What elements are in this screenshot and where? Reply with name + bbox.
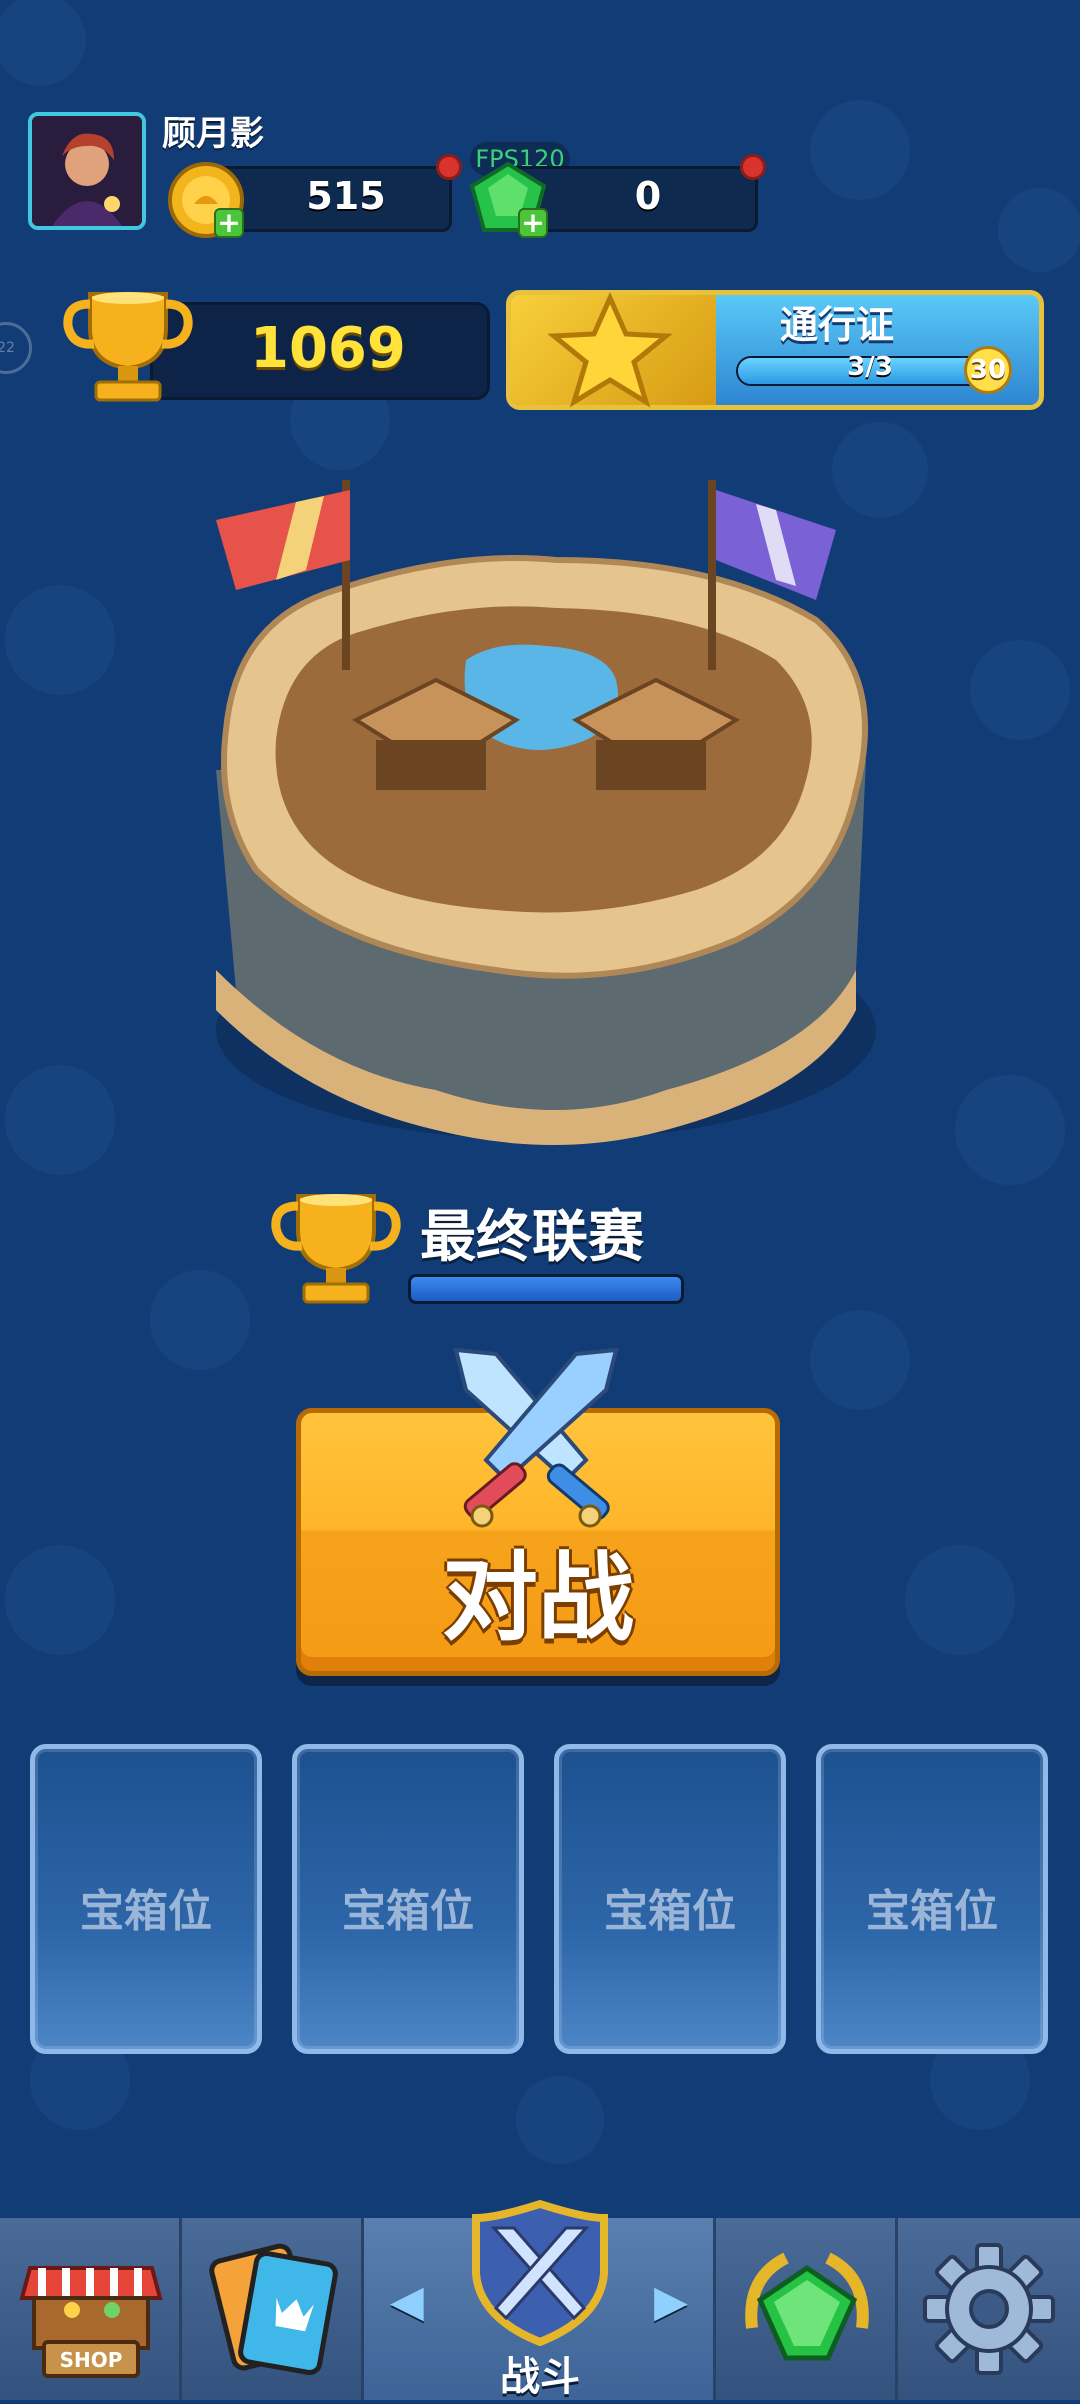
player-name: 顾月影 xyxy=(162,114,264,154)
league-progress-bar xyxy=(408,1274,684,1304)
nav-gems[interactable] xyxy=(716,2218,898,2400)
league-progress-fill xyxy=(411,1277,681,1301)
trophy-icon xyxy=(63,292,193,402)
crossed-swords-icon xyxy=(453,1347,619,1528)
coin-notification-dot xyxy=(436,154,462,180)
chest-slot-label: 宝箱位 xyxy=(604,1886,736,1937)
pass-progress-text: 3/3 xyxy=(847,352,893,382)
avatar-portrait-icon xyxy=(32,116,142,226)
chest-slot-3[interactable]: 宝箱位 xyxy=(554,1744,786,2054)
gem-notification-dot xyxy=(740,154,766,180)
chest-slot-1[interactable]: 宝箱位 xyxy=(30,1744,262,2054)
nav-battle-label: 战斗 xyxy=(500,2354,580,2400)
chest-slot-2[interactable]: 宝箱位 xyxy=(292,1744,524,2054)
shop-sign-label: SHOP xyxy=(60,2348,123,2372)
add-gems-button[interactable]: + xyxy=(518,208,548,238)
shop-icon: SHOP xyxy=(19,2266,163,2378)
nav-shop[interactable]: SHOP xyxy=(0,2218,182,2400)
gem-value: 0 xyxy=(634,174,662,218)
coin-value: 515 xyxy=(306,174,386,218)
arena-island-illustration xyxy=(216,480,876,1145)
nav-left-arrow[interactable]: ◀ xyxy=(390,2276,424,2327)
side-level-badge[interactable]: 22 xyxy=(0,322,32,374)
nav-right-arrow[interactable]: ▶ xyxy=(654,2276,688,2327)
gem-laurel-icon xyxy=(745,2252,869,2361)
chest-slot-label: 宝箱位 xyxy=(342,1886,474,1937)
add-coins-button[interactable]: + xyxy=(214,208,244,238)
nav-cards[interactable] xyxy=(182,2218,364,2400)
pass-title: 通行证 xyxy=(780,303,895,347)
battle-button-label: 对战 xyxy=(442,1542,634,1654)
chest-slot-label: 宝箱位 xyxy=(80,1886,212,1937)
player-avatar[interactable] xyxy=(28,112,146,230)
chest-slot-label: 宝箱位 xyxy=(866,1886,998,1937)
pass-level-badge: 30 xyxy=(964,346,1012,394)
trophy-count: 1069 xyxy=(250,316,406,381)
league-trophy-icon xyxy=(271,1194,401,1304)
cards-icon xyxy=(209,2243,338,2376)
chest-slot-4[interactable]: 宝箱位 xyxy=(816,1744,1048,2054)
gear-icon xyxy=(923,2243,1055,2375)
nav-settings[interactable] xyxy=(898,2218,1080,2400)
star-icon xyxy=(548,292,672,408)
battle-shield-icon xyxy=(472,2199,608,2347)
league-name: 最终联赛 xyxy=(420,1205,644,1270)
